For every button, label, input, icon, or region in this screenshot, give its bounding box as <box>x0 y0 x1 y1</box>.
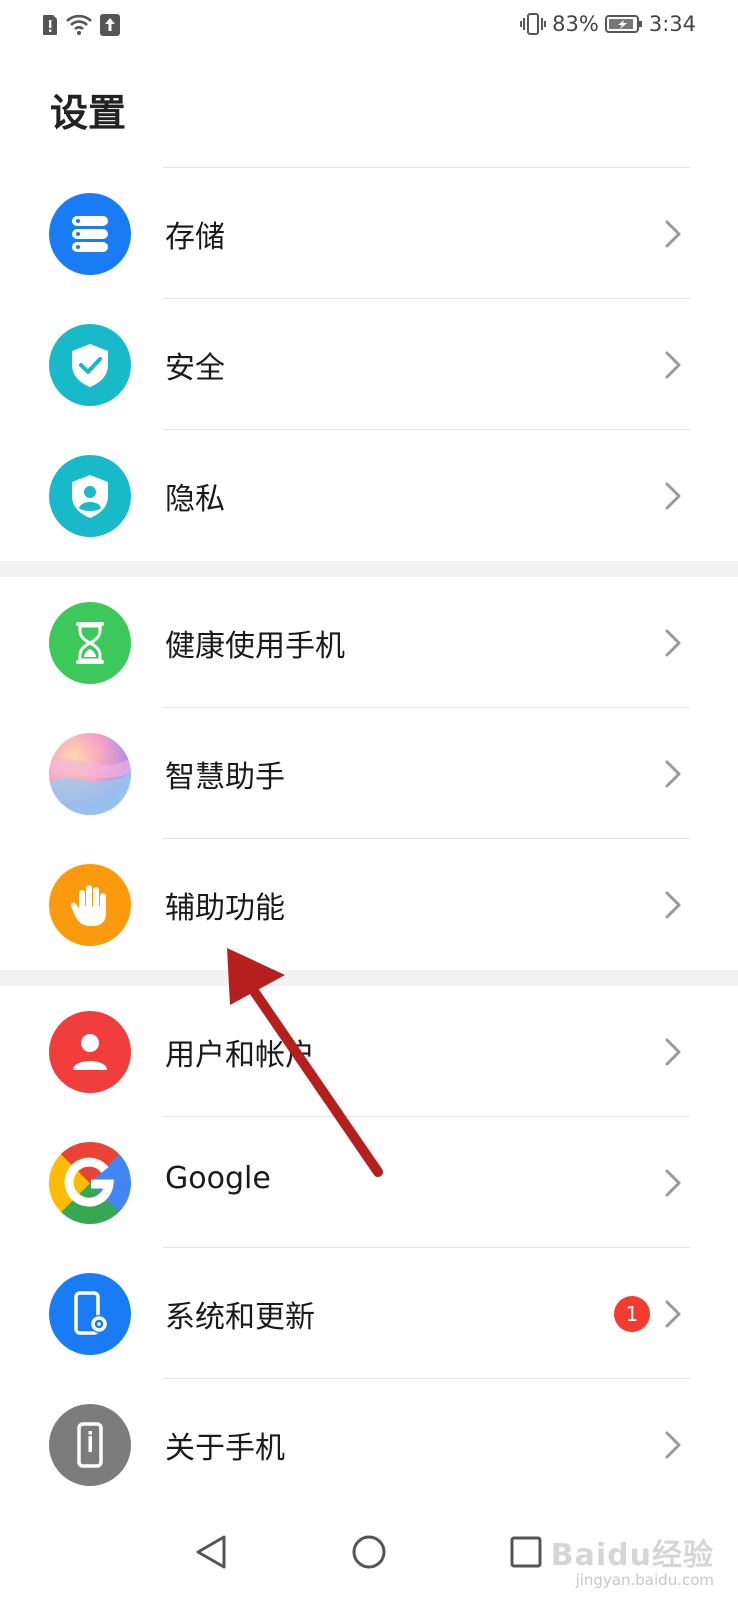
settings-item-users-accounts[interactable]: 用户和帐户 <box>0 986 738 1117</box>
settings-item-privacy[interactable]: 隐私 <box>0 430 738 561</box>
settings-item-system-update[interactable]: 系统和更新 1 <box>0 1248 738 1379</box>
notification-badge: 1 <box>614 1296 650 1332</box>
shield-check-icon <box>49 324 131 406</box>
sim-alert-icon <box>43 15 57 35</box>
chevron-right-icon <box>665 1300 681 1328</box>
settings-item-label: 辅助功能 <box>165 891 285 926</box>
chevron-right-icon <box>665 351 681 379</box>
section-gap <box>0 561 738 577</box>
chevron-right-icon <box>665 1169 681 1197</box>
battery-icon <box>604 15 642 33</box>
settings-item-about-phone[interactable]: 关于手机 <box>0 1379 738 1510</box>
phone-info-icon <box>49 1404 131 1486</box>
watermark-brand: Baidu经验 <box>550 1537 714 1573</box>
chevron-right-icon <box>665 891 681 919</box>
settings-item-label: 健康使用手机 <box>165 629 345 664</box>
settings-item-security[interactable]: 安全 <box>0 299 738 430</box>
settings-item-digital-balance[interactable]: 健康使用手机 <box>0 577 738 708</box>
chevron-right-icon <box>665 482 681 510</box>
user-icon <box>49 1011 131 1093</box>
recents-square-icon <box>510 1536 542 1568</box>
chevron-right-icon <box>665 220 681 248</box>
page-title: 设置 <box>50 91 127 135</box>
settings-item-label: 安全 <box>165 351 225 386</box>
section-gap <box>0 970 738 986</box>
settings-item-label: 隐私 <box>165 482 225 517</box>
home-circle-icon <box>352 1535 386 1569</box>
settings-item-label: Google <box>165 1161 271 1196</box>
status-right: 83% 3:34 <box>520 12 696 36</box>
wifi-icon <box>66 14 92 35</box>
settings-item-label: 存储 <box>165 220 225 255</box>
hourglass-icon <box>49 602 131 684</box>
recents-button[interactable] <box>501 1527 551 1577</box>
upload-notification-icon <box>100 14 120 36</box>
settings-item-label: 系统和更新 <box>165 1300 315 1335</box>
hand-icon <box>49 864 131 946</box>
storage-icon <box>49 193 131 275</box>
google-icon <box>49 1142 131 1224</box>
chevron-right-icon <box>665 629 681 657</box>
settings-group-system: 用户和帐户 Google 系统和更新 1 关于手机 <box>0 986 738 1510</box>
chevron-right-icon <box>665 1431 681 1459</box>
phone-settings-icon <box>49 1273 131 1355</box>
navigation-bar: Baidu经验 jingyan.baidu.com <box>0 1515 738 1600</box>
back-button[interactable] <box>186 1527 236 1577</box>
status-left <box>42 14 120 36</box>
settings-group-assist: 健康使用手机 智慧助手 辅助功能 <box>0 577 738 970</box>
back-triangle-icon <box>196 1535 226 1569</box>
assistant-orb-icon <box>49 733 131 815</box>
watermark-url: jingyan.baidu.com <box>575 1570 714 1589</box>
privacy-shield-icon <box>49 455 131 537</box>
settings-item-label: 智慧助手 <box>165 760 285 795</box>
settings-item-storage[interactable]: 存储 <box>0 168 738 299</box>
settings-item-accessibility[interactable]: 辅助功能 <box>0 839 738 970</box>
settings-item-label: 关于手机 <box>165 1431 285 1466</box>
vibrate-icon <box>520 13 547 35</box>
status-bar: 83% 3:34 <box>0 0 738 52</box>
home-button[interactable] <box>344 1527 394 1577</box>
chevron-right-icon <box>665 760 681 788</box>
settings-item-google[interactable]: Google <box>0 1117 738 1248</box>
chevron-right-icon <box>665 1038 681 1066</box>
settings-group-security: 存储 安全 隐私 <box>0 168 738 561</box>
clock: 3:34 <box>648 12 696 36</box>
watermark: Baidu经验 jingyan.baidu.com <box>551 1539 714 1589</box>
battery-percent: 83% <box>552 12 599 36</box>
settings-item-smart-assistant[interactable]: 智慧助手 <box>0 708 738 839</box>
settings-item-label: 用户和帐户 <box>165 1038 315 1073</box>
